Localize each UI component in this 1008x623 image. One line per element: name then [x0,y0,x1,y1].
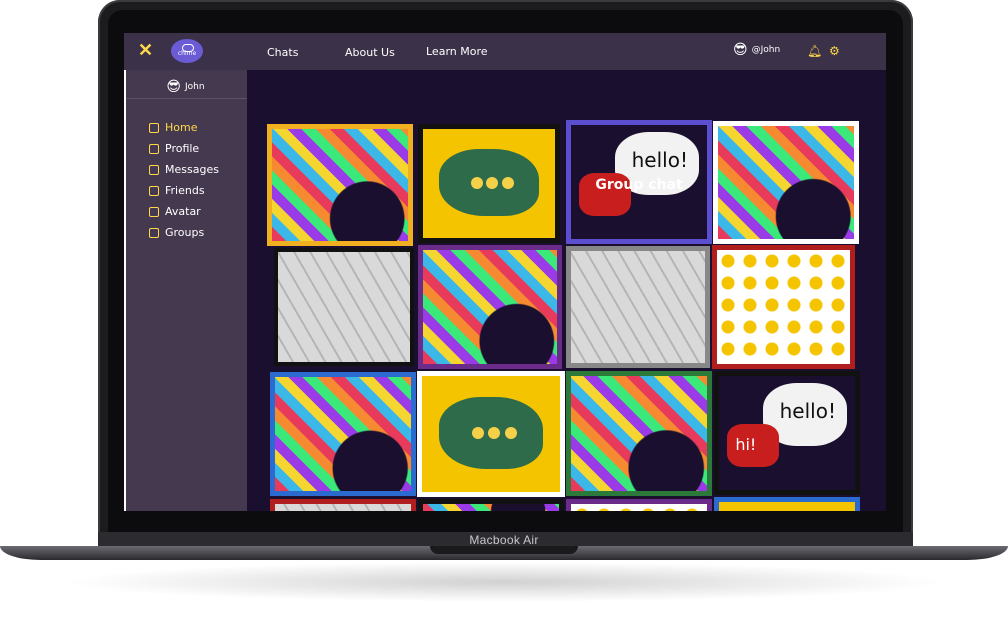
grid-tile[interactable] [274,248,414,366]
app-logo[interactable]: chime [171,39,203,63]
user-icon [149,143,159,154]
hello-chat-image: hello! Group chat [571,125,707,239]
laptop-notch [430,546,578,554]
grid-tile[interactable] [267,124,413,246]
sidebar-item-groups[interactable]: Groups [149,226,204,239]
laptop-mockup: ✕ chime Chats About Us Learn More 😎 @Joh… [0,0,1008,623]
grid-tile[interactable] [566,371,712,496]
user-handle: @John [751,45,781,55]
gear-icon[interactable]: ⚙ [829,44,843,58]
letter-tiles-image [278,252,410,362]
grid-tile[interactable] [418,499,564,511]
hello-text: hello! [779,398,836,423]
avatar-icon [149,206,159,217]
home-icon [149,122,159,133]
sidebar-item-label: Avatar [165,205,201,218]
grid-tile[interactable] [417,371,565,497]
speech-bubble-image [422,376,560,492]
group-chat-label: Group chat [595,177,683,194]
hi-text: hi! [735,435,757,455]
device-label: Macbook Air [469,533,539,547]
sidebar-item-messages[interactable]: Messages [149,163,219,176]
sidebar-user-name: John [185,82,205,92]
messages-icon [149,164,159,175]
friends-icon [149,185,159,196]
user-avatar-emoji: 😎 [733,42,748,58]
sidebar-divider [124,98,247,99]
letter-tiles-image [275,504,411,511]
grid-tile[interactable] [713,121,859,244]
puzzle-image [423,504,559,511]
grid-tile[interactable] [566,246,710,368]
puzzle-image [571,376,707,491]
cloud-icon [182,44,194,52]
nav-chats[interactable]: Chats [267,46,298,59]
puzzle-image [423,250,557,364]
left-edge-strip [124,70,126,511]
grid-tile[interactable] [418,124,560,243]
speech-bubble-image [719,502,855,511]
sidebar-item-profile[interactable]: Profile [149,142,199,155]
bell-icon[interactable]: 🔔︎ [807,44,822,58]
close-icon[interactable]: ✕ [138,41,154,59]
app-screen: ✕ chime Chats About Us Learn More 😎 @Joh… [124,33,886,511]
speech-bubble-image [423,129,555,238]
sidebar-item-label: Groups [165,226,205,239]
sidebar-item-label: Messages [165,163,219,176]
grid-tile[interactable] [418,245,562,369]
grid-tile[interactable] [566,499,712,511]
puzzle-image [275,377,411,491]
groups-icon [149,227,159,238]
sidebar: 😎 John Home Profile Messages Friends Ava… [124,70,247,511]
sidebar-user-emoji: 😎 [166,79,182,95]
puzzle-image [718,126,854,239]
header-user[interactable]: 😎 @John [733,43,780,57]
grid-tile[interactable] [714,497,860,511]
puzzle-image [272,129,408,241]
sidebar-item-label: Home [165,121,198,134]
sidebar-item-friends[interactable]: Friends [149,184,205,197]
grid-tile[interactable] [712,245,855,369]
hello-hi-image: hello! hi! [719,376,855,490]
nav-about-us[interactable]: About Us [345,46,395,59]
hello-text: hello! [631,147,688,172]
grid-tile[interactable]: hello! hi! [714,371,860,495]
emoji-grid-image [571,504,707,511]
grid-tile[interactable] [270,499,416,511]
sidebar-item-label: Profile [165,142,200,155]
grid-tile[interactable] [270,372,416,496]
nav-learn-more[interactable]: Learn More [426,45,488,58]
grid-tile[interactable]: hello! Group chat [566,120,712,244]
sidebar-item-label: Friends [165,184,205,197]
laptop-shadow [60,562,948,602]
sidebar-item-avatar[interactable]: Avatar [149,205,201,218]
emoji-grid-image [717,250,850,364]
top-bar: ✕ chime Chats About Us Learn More 😎 @Joh… [124,33,886,70]
letter-tiles-image [571,251,705,363]
sidebar-item-home[interactable]: Home [149,121,197,134]
sidebar-user: 😎 John [124,76,247,98]
